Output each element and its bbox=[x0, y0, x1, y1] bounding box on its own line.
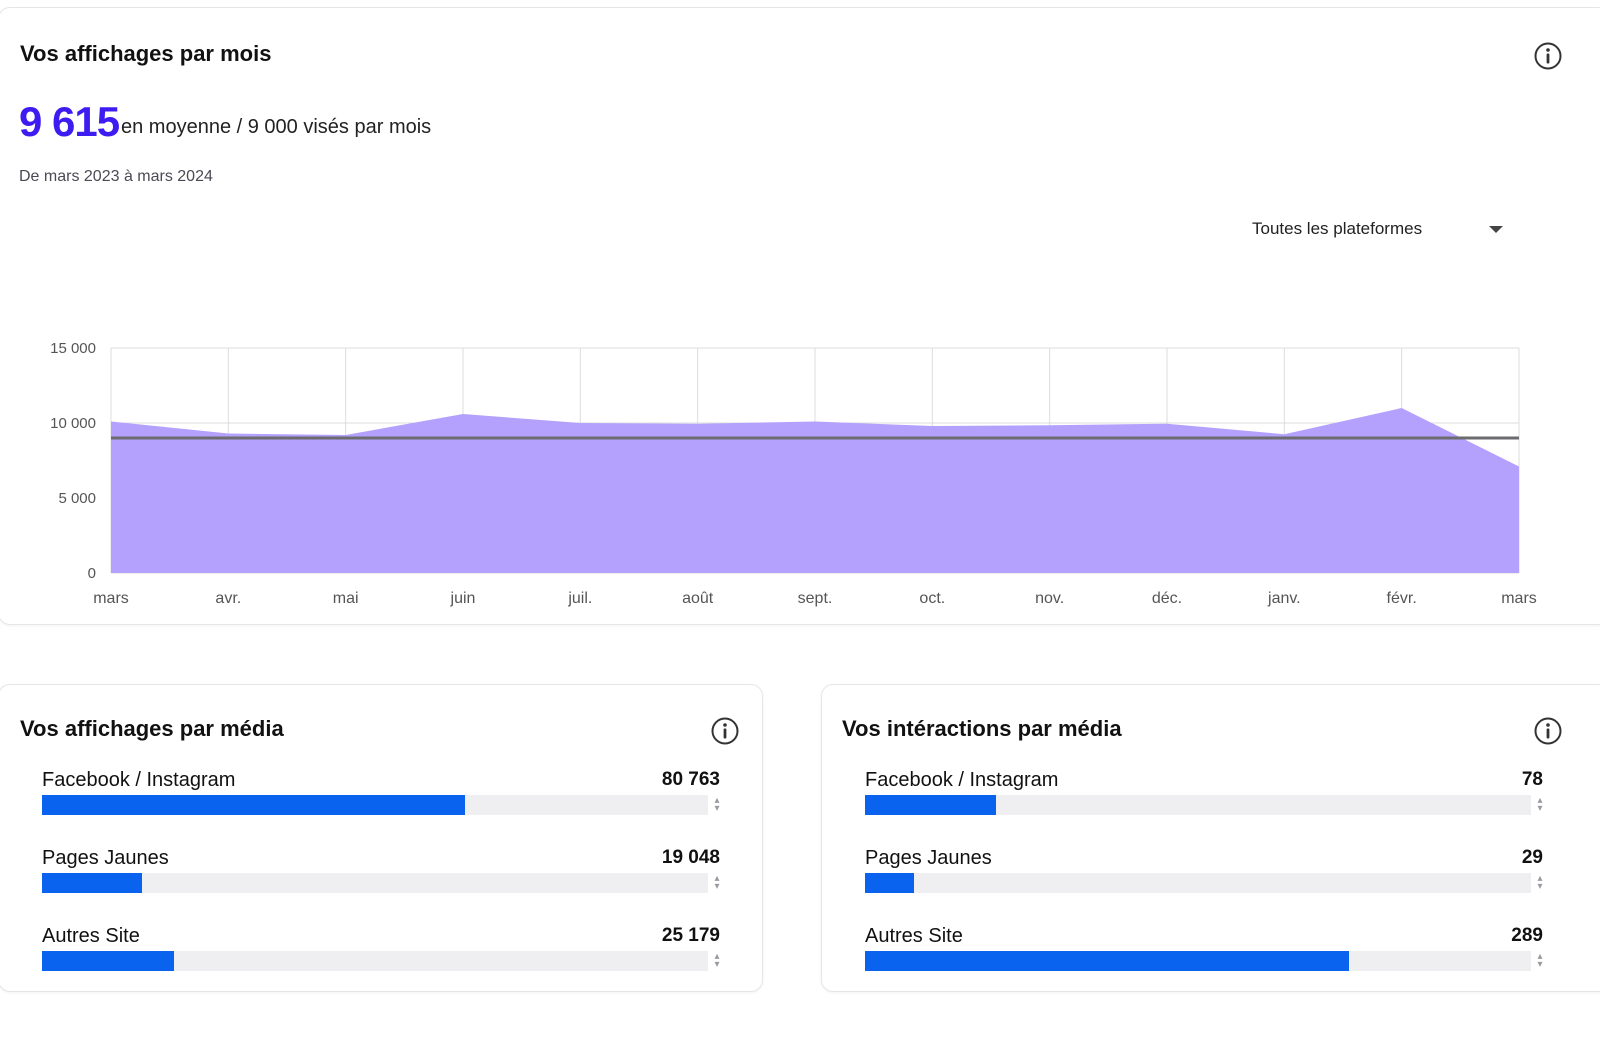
x-tick-label: sept. bbox=[798, 590, 833, 607]
x-tick-label: mai bbox=[333, 590, 359, 607]
media-bar-fill bbox=[865, 951, 1349, 971]
info-icon[interactable] bbox=[1533, 41, 1563, 71]
x-tick-label: déc. bbox=[1152, 590, 1182, 607]
x-tick-label: janv. bbox=[1267, 590, 1301, 607]
views-card-title: Vos affichages par mois bbox=[20, 41, 272, 66]
media-bar-fill bbox=[42, 951, 174, 971]
average-views-value: 9 615 bbox=[19, 98, 120, 145]
x-tick-label: févr. bbox=[1387, 590, 1417, 607]
sort-arrows-icon[interactable]: ▴ ▾ bbox=[712, 796, 722, 814]
media-value: 19 048 bbox=[661, 847, 720, 868]
media-label: Facebook / Instagram bbox=[865, 769, 1059, 791]
media-bar-track bbox=[865, 951, 1531, 971]
media-label: Autres Site bbox=[865, 925, 963, 947]
media-bar-fill bbox=[865, 795, 996, 815]
media-row: Facebook / Instagram 80 763 ▴ ▾ bbox=[42, 769, 720, 819]
media-row: Autres Site 25 179 ▴ ▾ bbox=[42, 925, 720, 975]
media-bar-track bbox=[865, 795, 1531, 815]
x-tick-label: juin bbox=[450, 590, 476, 607]
media-label: Pages Jaunes bbox=[865, 847, 992, 869]
x-tick-label: mars bbox=[1501, 590, 1537, 607]
media-row: Autres Site 289 ▴ ▾ bbox=[865, 925, 1543, 975]
period-text: De mars 2023 à mars 2024 bbox=[19, 168, 213, 185]
media-value: 78 bbox=[1521, 769, 1543, 790]
x-tick-label: nov. bbox=[1035, 590, 1064, 607]
x-tick-label: avr. bbox=[215, 590, 241, 607]
y-tick-label: 15 000 bbox=[50, 340, 96, 357]
sort-arrows-icon[interactable]: ▴ ▾ bbox=[712, 874, 722, 892]
media-value: 25 179 bbox=[661, 925, 720, 946]
media-bar-fill bbox=[42, 873, 142, 893]
info-icon[interactable] bbox=[710, 716, 740, 746]
media-bar-fill bbox=[865, 873, 914, 893]
sort-arrows-icon[interactable]: ▴ ▾ bbox=[1535, 952, 1545, 970]
sort-arrows-icon[interactable]: ▴ ▾ bbox=[1535, 874, 1545, 892]
media-bar-track bbox=[42, 873, 708, 893]
media-row: Facebook / Instagram 78 ▴ ▾ bbox=[865, 769, 1543, 819]
sort-arrows-icon[interactable]: ▴ ▾ bbox=[1535, 796, 1545, 814]
views-by-media-card: Vos affichages par média Facebook / Inst… bbox=[0, 684, 763, 992]
media-label: Autres Site bbox=[42, 925, 140, 947]
info-icon[interactable] bbox=[1533, 716, 1563, 746]
x-tick-label: oct. bbox=[919, 590, 945, 607]
media-bar-track bbox=[865, 873, 1531, 893]
views-area-chart: 0 5 000 10 000 15 000 mars avr. mai juin juil. ao… bbox=[50, 340, 1537, 607]
y-tick-label: 10 000 bbox=[50, 415, 96, 432]
interactions-by-media-title: Vos intéractions par média bbox=[842, 716, 1122, 741]
platform-select[interactable]: Toutes les plateformes bbox=[1239, 211, 1529, 247]
views-by-media-title: Vos affichages par média bbox=[20, 716, 284, 741]
media-value: 289 bbox=[1511, 925, 1543, 946]
platform-select-value: Toutes les plateformes bbox=[1252, 219, 1423, 238]
caret-down-icon bbox=[1489, 226, 1503, 233]
media-bar-track bbox=[42, 951, 708, 971]
interactions-by-media-card: Vos intéractions par média Facebook / In… bbox=[821, 684, 1600, 992]
x-tick-label: juil. bbox=[567, 590, 592, 607]
media-row: Pages Jaunes 29 ▴ ▾ bbox=[865, 847, 1543, 897]
average-views-caption: en moyenne / 9 000 visés par mois bbox=[121, 116, 432, 138]
y-tick-label: 0 bbox=[88, 565, 96, 582]
media-value: 80 763 bbox=[661, 769, 720, 790]
media-row: Pages Jaunes 19 048 ▴ ▾ bbox=[42, 847, 720, 897]
y-tick-label: 5 000 bbox=[58, 490, 96, 507]
media-label: Pages Jaunes bbox=[42, 847, 169, 869]
views-area-series bbox=[111, 408, 1519, 573]
x-tick-label: mars bbox=[93, 590, 129, 607]
x-tick-label: août bbox=[682, 590, 714, 607]
media-value: 29 bbox=[1521, 847, 1543, 868]
media-label: Facebook / Instagram bbox=[42, 769, 236, 791]
media-bar-track bbox=[42, 795, 708, 815]
views-per-month-card: Vos affichages par mois 9 615 en moyenne… bbox=[0, 7, 1600, 625]
media-bar-fill bbox=[42, 795, 465, 815]
sort-arrows-icon[interactable]: ▴ ▾ bbox=[712, 952, 722, 970]
